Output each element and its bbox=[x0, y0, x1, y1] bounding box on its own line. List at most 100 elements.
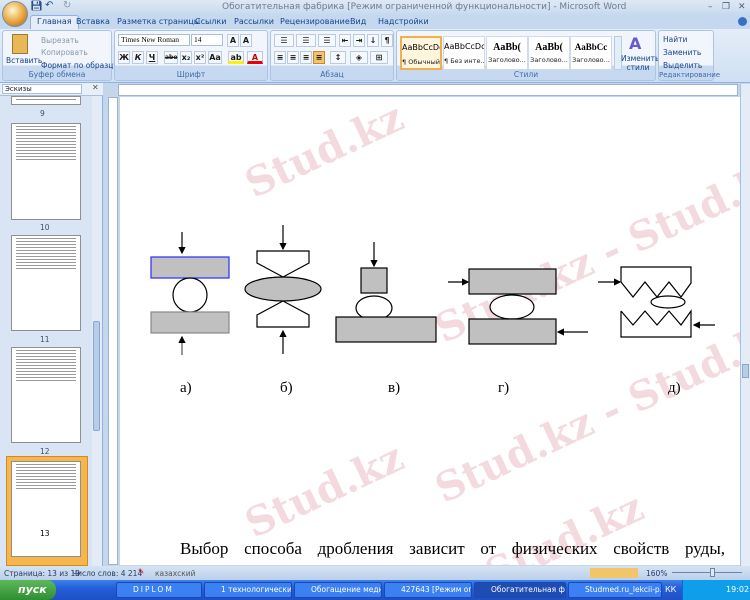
borders-icon[interactable]: ⊞ bbox=[370, 51, 388, 64]
bold-button[interactable]: Ж bbox=[118, 51, 130, 64]
scroll-thumb[interactable] bbox=[742, 364, 749, 378]
undo-icon[interactable]: ↶ bbox=[45, 0, 53, 11]
select-button[interactable]: Выделить bbox=[663, 61, 702, 70]
body-paragraph: Выбор способа дробления зависит от физич… bbox=[180, 539, 725, 558]
diagram-b bbox=[244, 225, 322, 354]
restore-button[interactable]: ❐ bbox=[722, 2, 730, 12]
pane-close-icon[interactable]: ✕ bbox=[92, 83, 99, 92]
change-case-button[interactable]: Aa bbox=[208, 51, 222, 64]
tab-insert[interactable]: Вставка bbox=[76, 17, 110, 26]
paste-button[interactable]: Вставить bbox=[6, 56, 42, 65]
pane-scrollbar[interactable] bbox=[92, 96, 102, 566]
taskbar-item[interactable]: 1 технологический... bbox=[204, 582, 292, 598]
sort-icon[interactable]: ↓ bbox=[367, 34, 379, 47]
thumbnail-page-11[interactable] bbox=[11, 235, 81, 331]
document-page[interactable]: Stud.kz Stud.kz - Stud.kz Stud.kz - Stud… bbox=[120, 97, 740, 565]
thumbnail-page-12[interactable] bbox=[11, 347, 81, 443]
thumbnail-page-13[interactable] bbox=[11, 461, 81, 557]
vertical-ruler bbox=[108, 97, 118, 565]
language[interactable]: казахский bbox=[155, 569, 196, 578]
subscript-button[interactable]: x₂ bbox=[180, 51, 192, 64]
taskbar-item-active[interactable]: Обогатительная ф... bbox=[474, 582, 566, 598]
style-preview: AaBbCcDc bbox=[444, 42, 484, 51]
style-normal[interactable]: AaBbCcDc ¶ Обычный bbox=[400, 36, 442, 70]
decrease-indent-icon[interactable]: ⇤ bbox=[339, 34, 351, 47]
tab-page-layout[interactable]: Разметка страницы bbox=[117, 17, 200, 26]
cut-button[interactable]: Вырезать bbox=[41, 36, 79, 45]
title-bar: Обогатительная фабрика [Режим ограниченн… bbox=[0, 0, 750, 15]
tab-addins[interactable]: Надстройки bbox=[378, 17, 429, 26]
tab-view[interactable]: Вид bbox=[350, 17, 366, 26]
style-preview: AaBb( bbox=[535, 42, 563, 53]
language-indicator[interactable]: КК bbox=[665, 585, 676, 594]
font-color-icon[interactable]: A bbox=[247, 51, 263, 64]
paragraph-group: ☰ ☰ ☰ ⇤ ⇥ ↓ ¶ ≡ ≡ ≡ ≡ ↕ ◈ ⊞ Абзац bbox=[270, 30, 394, 81]
copy-button[interactable]: Копировать bbox=[41, 48, 88, 57]
view-buttons[interactable] bbox=[590, 568, 638, 578]
multilevel-list-icon[interactable]: ☰ bbox=[318, 34, 336, 47]
taskbar-item[interactable]: Обогащение медн... bbox=[294, 582, 382, 598]
style-preview: AaBbCcDc bbox=[402, 43, 440, 52]
close-button[interactable]: ✕ bbox=[738, 2, 746, 12]
thumbnail-label: 9 bbox=[40, 109, 45, 118]
highlight-icon[interactable]: ab bbox=[228, 51, 244, 64]
numbering-icon[interactable]: ☰ bbox=[296, 34, 316, 47]
grow-font-button[interactable]: A bbox=[227, 34, 239, 47]
window-title: Обогатительная фабрика [Режим ограниченн… bbox=[222, 2, 627, 12]
thumbnail-page-9[interactable] bbox=[11, 96, 81, 105]
increase-indent-icon[interactable]: ⇥ bbox=[353, 34, 365, 47]
find-button[interactable]: Найти bbox=[663, 35, 687, 44]
zoom-slider[interactable] bbox=[672, 572, 742, 573]
font-name-select[interactable]: Times New Roman bbox=[118, 34, 190, 46]
tab-references[interactable]: Ссылки bbox=[195, 17, 226, 26]
pane-view-select[interactable]: Эскизы bbox=[2, 84, 82, 94]
vertical-scrollbar[interactable] bbox=[740, 84, 750, 566]
italic-button[interactable]: К bbox=[132, 51, 144, 64]
proofing-icon[interactable]: ✎ bbox=[138, 567, 144, 576]
thumbnail-page-10[interactable] bbox=[11, 123, 81, 220]
style-no-spacing[interactable]: AaBbCcDc ¶ Без инте... bbox=[443, 36, 485, 70]
save-icon[interactable]: 💾︎ bbox=[30, 1, 43, 12]
minimize-button[interactable]: – bbox=[708, 2, 713, 12]
tab-review[interactable]: Рецензирование bbox=[280, 17, 350, 26]
superscript-button[interactable]: x² bbox=[194, 51, 206, 64]
diagram-v bbox=[335, 242, 437, 343]
bullets-icon[interactable]: ☰ bbox=[274, 34, 294, 47]
redo-icon[interactable]: ↻ bbox=[63, 0, 71, 11]
format-painter-button[interactable]: Формат по образцу bbox=[41, 61, 118, 70]
show-formatting-button[interactable]: ¶ bbox=[381, 34, 393, 47]
style-title[interactable]: AaBbCc Заголово... bbox=[570, 36, 612, 70]
taskbar-item[interactable]: 427643 [Режим огр... bbox=[384, 582, 472, 598]
style-preview: AaBb( bbox=[493, 42, 521, 53]
tab-mailings[interactable]: Рассылки bbox=[234, 17, 274, 26]
shading-icon[interactable]: ◈ bbox=[350, 51, 368, 64]
tab-home[interactable]: Главная bbox=[30, 15, 79, 29]
align-right-icon[interactable]: ≡ bbox=[300, 51, 312, 64]
shrink-font-button[interactable]: A bbox=[240, 34, 252, 47]
strikethrough-button[interactable]: abe bbox=[164, 51, 178, 64]
clock: 19:02 bbox=[726, 585, 750, 594]
underline-button[interactable]: Ч bbox=[146, 51, 158, 64]
office-button[interactable] bbox=[2, 1, 28, 27]
horizontal-ruler[interactable] bbox=[118, 84, 738, 96]
font-size-select[interactable]: 14 bbox=[191, 34, 223, 46]
start-button[interactable]: пуск bbox=[0, 580, 56, 600]
pane-scroll-thumb[interactable] bbox=[93, 321, 100, 431]
clipboard-group-label: Буфер обмена bbox=[28, 70, 86, 79]
word-count[interactable]: Число слов: 4 214 bbox=[72, 569, 142, 578]
line-spacing-icon[interactable]: ↕ bbox=[330, 51, 346, 64]
align-center-icon[interactable]: ≡ bbox=[287, 51, 299, 64]
justify-icon[interactable]: ≡ bbox=[313, 51, 325, 64]
help-icon[interactable] bbox=[738, 17, 747, 26]
style-heading-2[interactable]: AaBb(Заголово... bbox=[528, 36, 570, 70]
align-left-icon[interactable]: ≡ bbox=[274, 51, 286, 64]
zoom-level[interactable]: 160% bbox=[646, 569, 667, 578]
style-heading-1[interactable]: AaBb(Заголово... bbox=[486, 36, 528, 70]
ribbon-tabs: Главная Вставка Разметка страницы Ссылки… bbox=[0, 15, 750, 29]
replace-button[interactable]: Заменить bbox=[663, 48, 701, 57]
page-count[interactable]: Страница: 13 из 19 bbox=[4, 569, 80, 578]
zoom-slider-thumb[interactable] bbox=[710, 568, 715, 577]
taskbar-item[interactable]: DIPLOM bbox=[116, 582, 202, 598]
taskbar-item[interactable]: Studmed.ru_lekcii-p... bbox=[568, 582, 662, 598]
diagram-a bbox=[150, 232, 230, 355]
